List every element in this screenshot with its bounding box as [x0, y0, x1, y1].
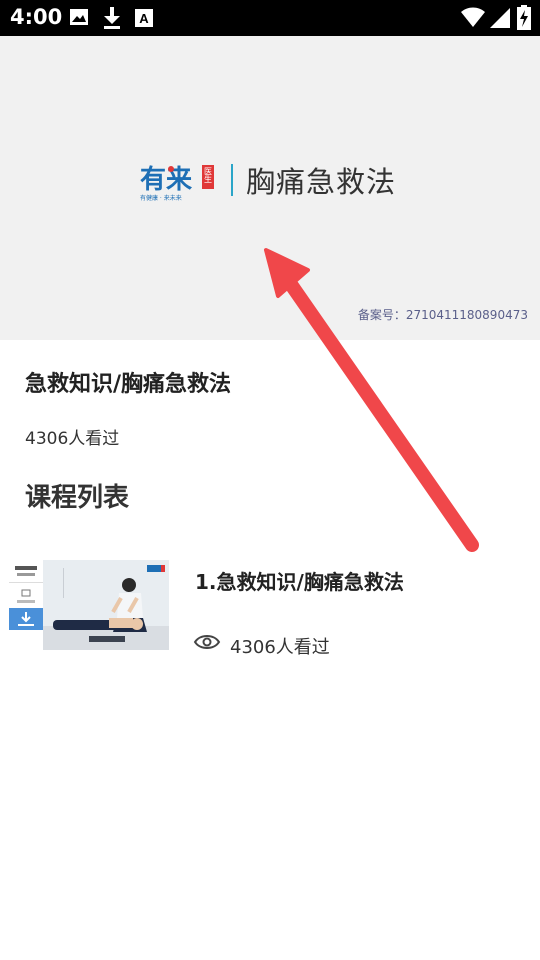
section-title-course-list: 课程列表 — [25, 483, 130, 513]
record-number: 备案号：2710411180890473 — [357, 308, 528, 322]
app-screen: 4:00 A 有来 医生 有健康 · 来未来 胸痛急救法 备案号：2710411… — [0, 0, 540, 960]
download-icon — [104, 7, 120, 29]
lesson-viewers: 4306人看过 — [230, 637, 330, 658]
brand-tagline: 有健康 · 来未来 — [140, 194, 182, 202]
text-a-icon: A — [135, 9, 153, 27]
lesson-title: 1.急救知识/胸痛急救法 — [195, 570, 404, 594]
brand-text: 有来 — [140, 165, 193, 195]
thumbnail-cpr-scene — [43, 560, 169, 650]
list-item[interactable]: 1.急救知识/胸痛急救法 4306人看过 — [0, 555, 540, 658]
brand-logo: 有来 医生 有健康 · 来未来 — [140, 163, 220, 207]
status-bar: 4:00 A — [0, 0, 540, 36]
course-title: 急救知识/胸痛急救法 — [25, 372, 232, 397]
battery-charging-icon — [517, 5, 531, 30]
brand-badge: 医生 — [204, 167, 213, 183]
logo-divider — [231, 164, 233, 196]
course-viewers: 4306人看过 — [25, 429, 120, 449]
image-icon — [70, 9, 88, 25]
svg-text:A: A — [139, 11, 149, 26]
status-time: 4:00 — [10, 5, 63, 29]
course-banner[interactable]: 有来 医生 有健康 · 来未来 胸痛急救法 备案号：27104111808904… — [0, 36, 540, 340]
signal-icon — [490, 8, 510, 28]
banner-title: 胸痛急救法 — [246, 165, 397, 199]
eye-icon — [193, 635, 221, 649]
thumbnail-sidebar — [9, 560, 43, 650]
wifi-icon — [461, 7, 485, 27]
lesson-thumbnail — [9, 560, 169, 650]
